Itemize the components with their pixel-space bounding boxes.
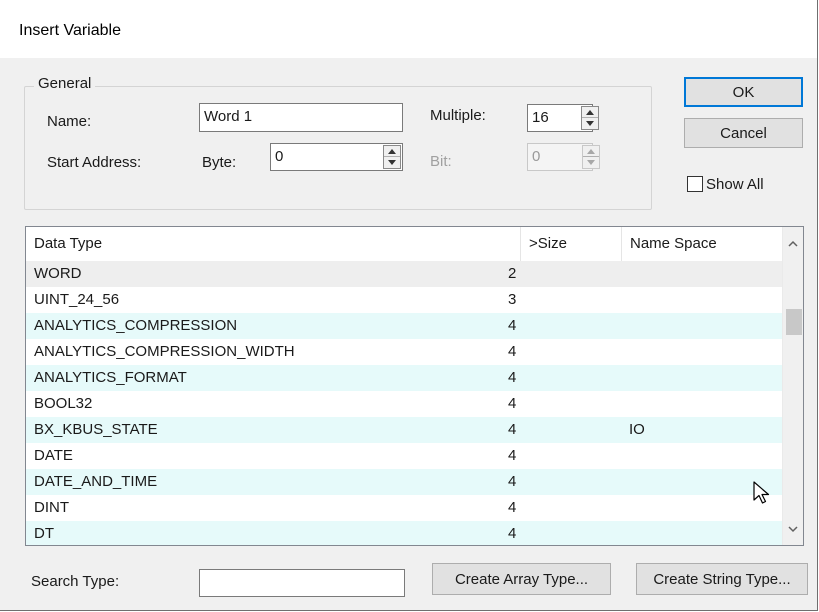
data-type-cell: UINT_24_56 — [34, 291, 120, 308]
name-space-cell: IO — [629, 421, 645, 438]
list-rows: WORD 2 UINT_24_56 3 ANALYTICS_COMPRESSION 4 AN… — [26, 261, 784, 545]
size-cell: 4 — [508, 447, 517, 464]
chevron-up-icon[interactable] — [783, 233, 803, 253]
data-type-cell: ANALYTICS_COMPRESSION — [34, 317, 238, 334]
data-type-cell: ANALYTICS_FORMAT — [34, 369, 187, 386]
byte-spinner[interactable] — [383, 145, 401, 169]
scrollbar-thumb[interactable] — [786, 309, 802, 335]
column-header-size[interactable]: >Size — [520, 227, 621, 261]
dialog-title: Insert Variable — [19, 22, 121, 39]
show-all-label[interactable]: Show All — [706, 176, 764, 193]
size-cell: 3 — [508, 291, 517, 308]
table-row[interactable]: UINT_24_56 3 — [26, 287, 784, 313]
table-row[interactable]: ANALYTICS_COMPRESSION 4 — [26, 313, 784, 339]
data-type-list[interactable]: Data Type >Size Name Space WORD 2 UINT_24_… — [25, 226, 804, 546]
table-row[interactable]: ANALYTICS_FORMAT 4 — [26, 365, 784, 391]
cancel-button[interactable]: Cancel — [684, 118, 803, 148]
list-scrollbar[interactable] — [782, 227, 803, 545]
data-type-cell: BX_KBUS_STATE — [34, 421, 158, 438]
spin-down-icon — [388, 160, 396, 165]
start-address-label: Start Address: — [47, 154, 142, 171]
size-cell: 4 — [508, 317, 517, 334]
data-type-cell: BOOL32 — [34, 395, 93, 412]
search-type-label: Search Type: — [31, 573, 120, 590]
size-cell: 4 — [508, 369, 517, 386]
size-cell: 4 — [508, 421, 517, 438]
spin-up-icon — [388, 148, 396, 154]
data-type-cell: ANALYTICS_COMPRESSION_WIDTH — [34, 343, 295, 360]
data-type-cell: WORD — [34, 265, 82, 282]
multiple-label: Multiple: — [430, 107, 486, 124]
byte-label: Byte: — [202, 154, 237, 171]
data-type-cell: DINT — [34, 499, 69, 516]
insert-variable-dialog: Insert Variable General Name: Word 1 Mul… — [0, 0, 818, 611]
mouse-pointer-icon — [753, 481, 770, 504]
data-type-cell: DATE — [34, 447, 73, 464]
multiple-spinner[interactable] — [581, 106, 599, 130]
table-row[interactable]: DATE_AND_TIME 4 — [26, 469, 784, 495]
size-cell: 4 — [508, 395, 517, 412]
column-header-name-space[interactable]: Name Space — [621, 227, 784, 261]
spin-down-icon — [587, 160, 595, 165]
title-bar: Insert Variable — [0, 0, 817, 58]
table-row[interactable]: ANALYTICS_COMPRESSION_WIDTH 4 — [26, 339, 784, 365]
size-cell: 4 — [508, 343, 517, 360]
search-type-input[interactable] — [199, 569, 405, 597]
size-cell: 4 — [508, 525, 517, 542]
table-row[interactable]: BX_KBUS_STATE 4 IO — [26, 417, 784, 443]
table-row[interactable]: BOOL32 4 — [26, 391, 784, 417]
create-array-type-button[interactable]: Create Array Type... — [432, 563, 611, 595]
name-input[interactable]: Word 1 — [199, 103, 403, 132]
column-header-data-type[interactable]: Data Type — [26, 227, 520, 261]
create-string-type-button[interactable]: Create String Type... — [636, 563, 808, 595]
data-type-cell: DT — [34, 525, 54, 542]
table-row[interactable]: DATE 4 — [26, 443, 784, 469]
general-legend: General — [34, 75, 96, 92]
spin-down-icon — [586, 121, 594, 126]
size-cell: 4 — [508, 499, 517, 516]
spin-up-icon — [587, 148, 595, 154]
bit-label: Bit: — [430, 153, 452, 170]
size-cell: 4 — [508, 473, 517, 490]
show-all-checkbox[interactable] — [687, 176, 703, 192]
spin-up-icon — [586, 109, 594, 115]
table-row[interactable]: DINT 4 — [26, 495, 784, 521]
data-type-cell: DATE_AND_TIME — [34, 473, 158, 490]
table-row[interactable]: WORD 2 — [26, 261, 784, 287]
name-label: Name: — [47, 113, 92, 130]
size-cell: 2 — [508, 265, 517, 282]
table-row[interactable]: DT 4 — [26, 521, 784, 545]
ok-button[interactable]: OK — [684, 77, 803, 107]
bit-spinner — [582, 145, 600, 169]
chevron-down-icon[interactable] — [783, 519, 803, 539]
list-header: Data Type >Size Name Space — [26, 227, 784, 261]
